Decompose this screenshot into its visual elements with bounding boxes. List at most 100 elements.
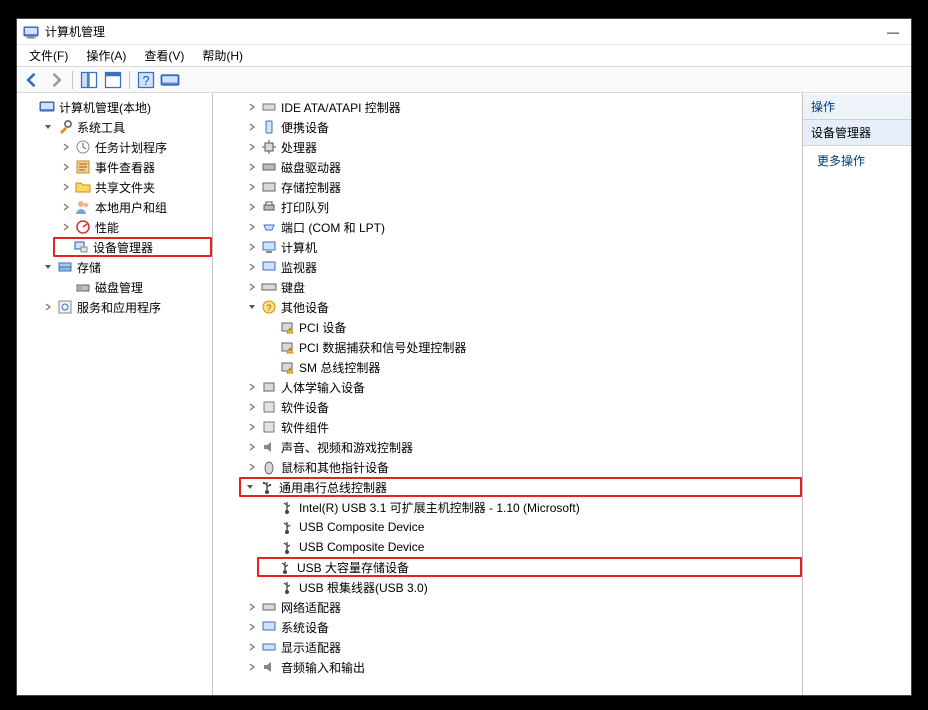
cat-storage-ctrl[interactable]: 存储控制器 bbox=[243, 177, 802, 197]
cat-print-queues[interactable]: 打印队列 bbox=[243, 197, 802, 217]
device-tree[interactable]: IDE ATA/ATAPI 控制器 便携设备 处理器 磁盘驱动器 存储控制器 打… bbox=[221, 97, 802, 677]
chevron-right-icon[interactable] bbox=[245, 600, 259, 614]
minimize-button[interactable]: — bbox=[881, 25, 905, 39]
more-actions-link[interactable]: 更多操作 bbox=[803, 146, 911, 175]
nav-back-button[interactable] bbox=[21, 69, 43, 91]
usb-icon bbox=[279, 579, 295, 595]
storage-ctrl-icon bbox=[261, 179, 277, 195]
chevron-right-icon[interactable] bbox=[245, 660, 259, 674]
chevron-right-icon[interactable] bbox=[245, 100, 259, 114]
chevron-right-icon[interactable] bbox=[245, 140, 259, 154]
cat-disk-drives[interactable]: 磁盘驱动器 bbox=[243, 157, 802, 177]
tree-root-label: 计算机管理(本地) bbox=[59, 99, 151, 116]
unknown-device-icon: ? bbox=[261, 299, 277, 315]
menu-action[interactable]: 操作(A) bbox=[78, 45, 134, 66]
refresh-button[interactable] bbox=[159, 69, 181, 91]
tree-device-manager[interactable]: 设备管理器 bbox=[53, 237, 212, 257]
chevron-down-icon[interactable] bbox=[41, 260, 55, 274]
chevron-right-icon[interactable] bbox=[59, 220, 73, 234]
cat-portable[interactable]: 便携设备 bbox=[243, 117, 802, 137]
tree-event-viewer[interactable]: 事件查看器 bbox=[57, 157, 212, 177]
svg-text:?: ? bbox=[143, 74, 150, 88]
network-icon bbox=[261, 599, 277, 615]
tree-shared-folders[interactable]: 共享文件夹 bbox=[57, 177, 212, 197]
cat-computer[interactable]: 计算机 bbox=[243, 237, 802, 257]
properties-button[interactable] bbox=[102, 69, 124, 91]
chevron-right-icon[interactable] bbox=[245, 260, 259, 274]
dev-usb-root-hub[interactable]: USB 根集线器(USB 3.0) bbox=[261, 577, 802, 597]
dev-usb-intel[interactable]: Intel(R) USB 3.1 可扩展主机控制器 - 1.10 (Micros… bbox=[261, 497, 802, 517]
show-hide-tree-button[interactable] bbox=[78, 69, 100, 91]
dev-usb-mass-storage[interactable]: USB 大容量存储设备 bbox=[257, 557, 802, 577]
help-button[interactable]: ? bbox=[135, 69, 157, 91]
warning-device-icon: ! bbox=[279, 359, 295, 375]
cat-usb-controllers[interactable]: 通用串行总线控制器 bbox=[239, 477, 802, 497]
cat-network-adapters[interactable]: 网络适配器 bbox=[243, 597, 802, 617]
chevron-down-icon[interactable] bbox=[243, 480, 257, 494]
tree-task-scheduler[interactable]: 任务计划程序 bbox=[57, 137, 212, 157]
tree-services-apps[interactable]: 服务和应用程序 bbox=[39, 297, 212, 317]
nav-forward-button[interactable] bbox=[45, 69, 67, 91]
tree-performance[interactable]: 性能 bbox=[57, 217, 212, 237]
tree-systools[interactable]: 系统工具 bbox=[39, 117, 212, 137]
chevron-right-icon[interactable] bbox=[245, 120, 259, 134]
chevron-right-icon[interactable] bbox=[59, 200, 73, 214]
chevron-right-icon[interactable] bbox=[245, 640, 259, 654]
console-tree-pane: 计算机管理(本地) 系统工具 bbox=[17, 93, 213, 695]
chevron-right-icon[interactable] bbox=[59, 140, 73, 154]
cat-software-devices[interactable]: 软件设备 bbox=[243, 397, 802, 417]
tree-root[interactable]: 计算机管理(本地) bbox=[21, 97, 212, 117]
chevron-right-icon[interactable] bbox=[245, 460, 259, 474]
tree-local-users[interactable]: 本地用户和组 bbox=[57, 197, 212, 217]
cat-display-adapters[interactable]: 显示适配器 bbox=[243, 637, 802, 657]
cat-hid[interactable]: 人体学输入设备 bbox=[243, 377, 802, 397]
cat-ide[interactable]: IDE ATA/ATAPI 控制器 bbox=[243, 97, 802, 117]
cat-keyboards[interactable]: 键盘 bbox=[243, 277, 802, 297]
chevron-right-icon[interactable] bbox=[41, 300, 55, 314]
tools-icon bbox=[57, 119, 73, 135]
chevron-right-icon[interactable] bbox=[245, 220, 259, 234]
cat-software-components[interactable]: 软件组件 bbox=[243, 417, 802, 437]
menu-help[interactable]: 帮助(H) bbox=[194, 45, 251, 66]
cat-processors[interactable]: 处理器 bbox=[243, 137, 802, 157]
dev-sm-bus[interactable]: !SM 总线控制器 bbox=[261, 357, 802, 377]
actions-pane: 操作 设备管理器 更多操作 bbox=[803, 93, 911, 695]
cat-audio-io[interactable]: 音频输入和输出 bbox=[243, 657, 802, 677]
chevron-right-icon[interactable] bbox=[245, 440, 259, 454]
chevron-right-icon[interactable] bbox=[245, 240, 259, 254]
chevron-right-icon[interactable] bbox=[245, 620, 259, 634]
cat-ports[interactable]: 端口 (COM 和 LPT) bbox=[243, 217, 802, 237]
chevron-down-icon[interactable] bbox=[41, 120, 55, 134]
cat-mouse[interactable]: 鼠标和其他指针设备 bbox=[243, 457, 802, 477]
chevron-right-icon[interactable] bbox=[245, 420, 259, 434]
chevron-right-icon[interactable] bbox=[245, 380, 259, 394]
chevron-down-icon[interactable] bbox=[245, 300, 259, 314]
printer-icon bbox=[261, 199, 277, 215]
dev-usb-composite-2[interactable]: USB Composite Device bbox=[261, 537, 802, 557]
cat-monitors[interactable]: 监视器 bbox=[243, 257, 802, 277]
chevron-right-icon[interactable] bbox=[245, 400, 259, 414]
cat-system-devices[interactable]: 系统设备 bbox=[243, 617, 802, 637]
tree-storage[interactable]: 存储 bbox=[39, 257, 212, 277]
cat-other-devices[interactable]: ? 其他设备 bbox=[243, 297, 802, 317]
chevron-right-icon[interactable] bbox=[59, 180, 73, 194]
window-title: 计算机管理 bbox=[45, 23, 881, 40]
usb-icon bbox=[259, 479, 275, 495]
menu-file[interactable]: 文件(F) bbox=[21, 45, 76, 66]
computer-mgmt-icon bbox=[39, 99, 55, 115]
dev-pci-datacap[interactable]: !PCI 数据捕获和信号处理控制器 bbox=[261, 337, 802, 357]
chevron-right-icon[interactable] bbox=[59, 160, 73, 174]
dev-usb-composite-1[interactable]: USB Composite Device bbox=[261, 517, 802, 537]
port-icon bbox=[261, 219, 277, 235]
tree-disk-mgmt[interactable]: 磁盘管理 bbox=[57, 277, 212, 297]
toolbar: ? bbox=[17, 67, 911, 93]
chevron-right-icon[interactable] bbox=[245, 200, 259, 214]
hid-icon bbox=[261, 379, 277, 395]
chevron-right-icon[interactable] bbox=[245, 180, 259, 194]
chevron-right-icon[interactable] bbox=[245, 160, 259, 174]
dev-pci[interactable]: !PCI 设备 bbox=[261, 317, 802, 337]
chevron-right-icon[interactable] bbox=[245, 280, 259, 294]
cat-sound[interactable]: 声音、视频和游戏控制器 bbox=[243, 437, 802, 457]
console-tree[interactable]: 计算机管理(本地) 系统工具 bbox=[17, 97, 212, 317]
menu-view[interactable]: 查看(V) bbox=[136, 45, 192, 66]
